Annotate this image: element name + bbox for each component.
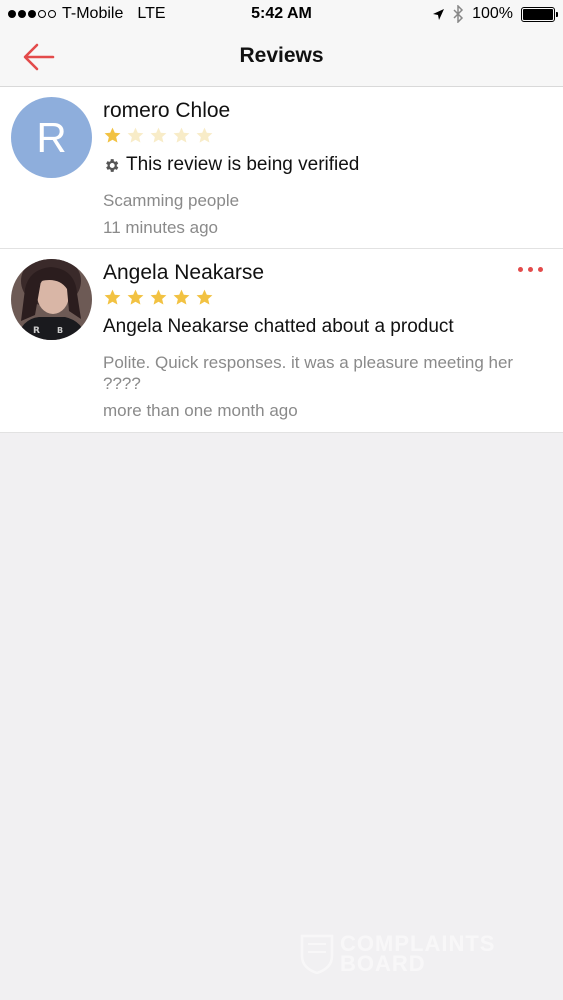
star-filled-icon [127,289,144,305]
review-body: Scamming people [103,191,240,210]
watermark-logo: COMPLAINTS BOARD [300,933,495,976]
review-item[interactable]: R romero Chloe This review is being veri… [0,87,563,249]
star-empty-icon [173,127,190,143]
review-time: more than one month ago [103,401,298,420]
verification-status: This review is being verified [103,154,359,176]
star-filled-icon [104,127,121,143]
review-body: Polite. Quick responses. it was a pleasu… [103,353,514,393]
battery-icon [521,6,558,22]
star-filled-icon [196,289,213,305]
review-headline: Angela Neakarse chatted about a product [103,316,454,337]
watermark-line2: BOARD [340,951,426,976]
reviewer-name: romero Chloe [103,99,231,122]
more-options-button[interactable] [518,267,543,272]
page-title: Reviews [239,44,324,67]
status-right: 100% [432,5,558,23]
star-rating [103,288,214,307]
avatar: R B [11,259,92,340]
star-rating [103,126,214,145]
svg-text:R: R [33,326,40,336]
reviewer-name: Angela Neakarse [103,261,265,284]
star-filled-icon [104,289,121,305]
status-bar: T-Mobile LTE 5:42 AM 100% [0,0,563,30]
avatar: R [11,97,92,178]
gear-icon [106,158,119,172]
avatar-photo: R B [11,259,92,340]
review-item[interactable]: R B Angela Neakarse Angela Neakarse chat… [0,249,563,433]
nav-bar: Reviews [0,30,563,87]
verification-text: This review is being verified [126,154,360,175]
more-dots-icon [518,267,523,272]
star-empty-icon [127,127,144,143]
shield-logo-icon [300,934,334,974]
star-filled-icon [150,289,167,305]
svg-text:B: B [57,326,63,335]
star-empty-icon [196,127,213,143]
battery-percent: 100% [472,5,513,22]
review-list: R romero Chloe This review is being veri… [0,87,563,433]
location-arrow-icon [433,8,445,20]
star-empty-icon [150,127,167,143]
star-filled-icon [173,289,190,305]
review-time: 11 minutes ago [103,218,218,237]
bluetooth-icon [453,5,464,23]
